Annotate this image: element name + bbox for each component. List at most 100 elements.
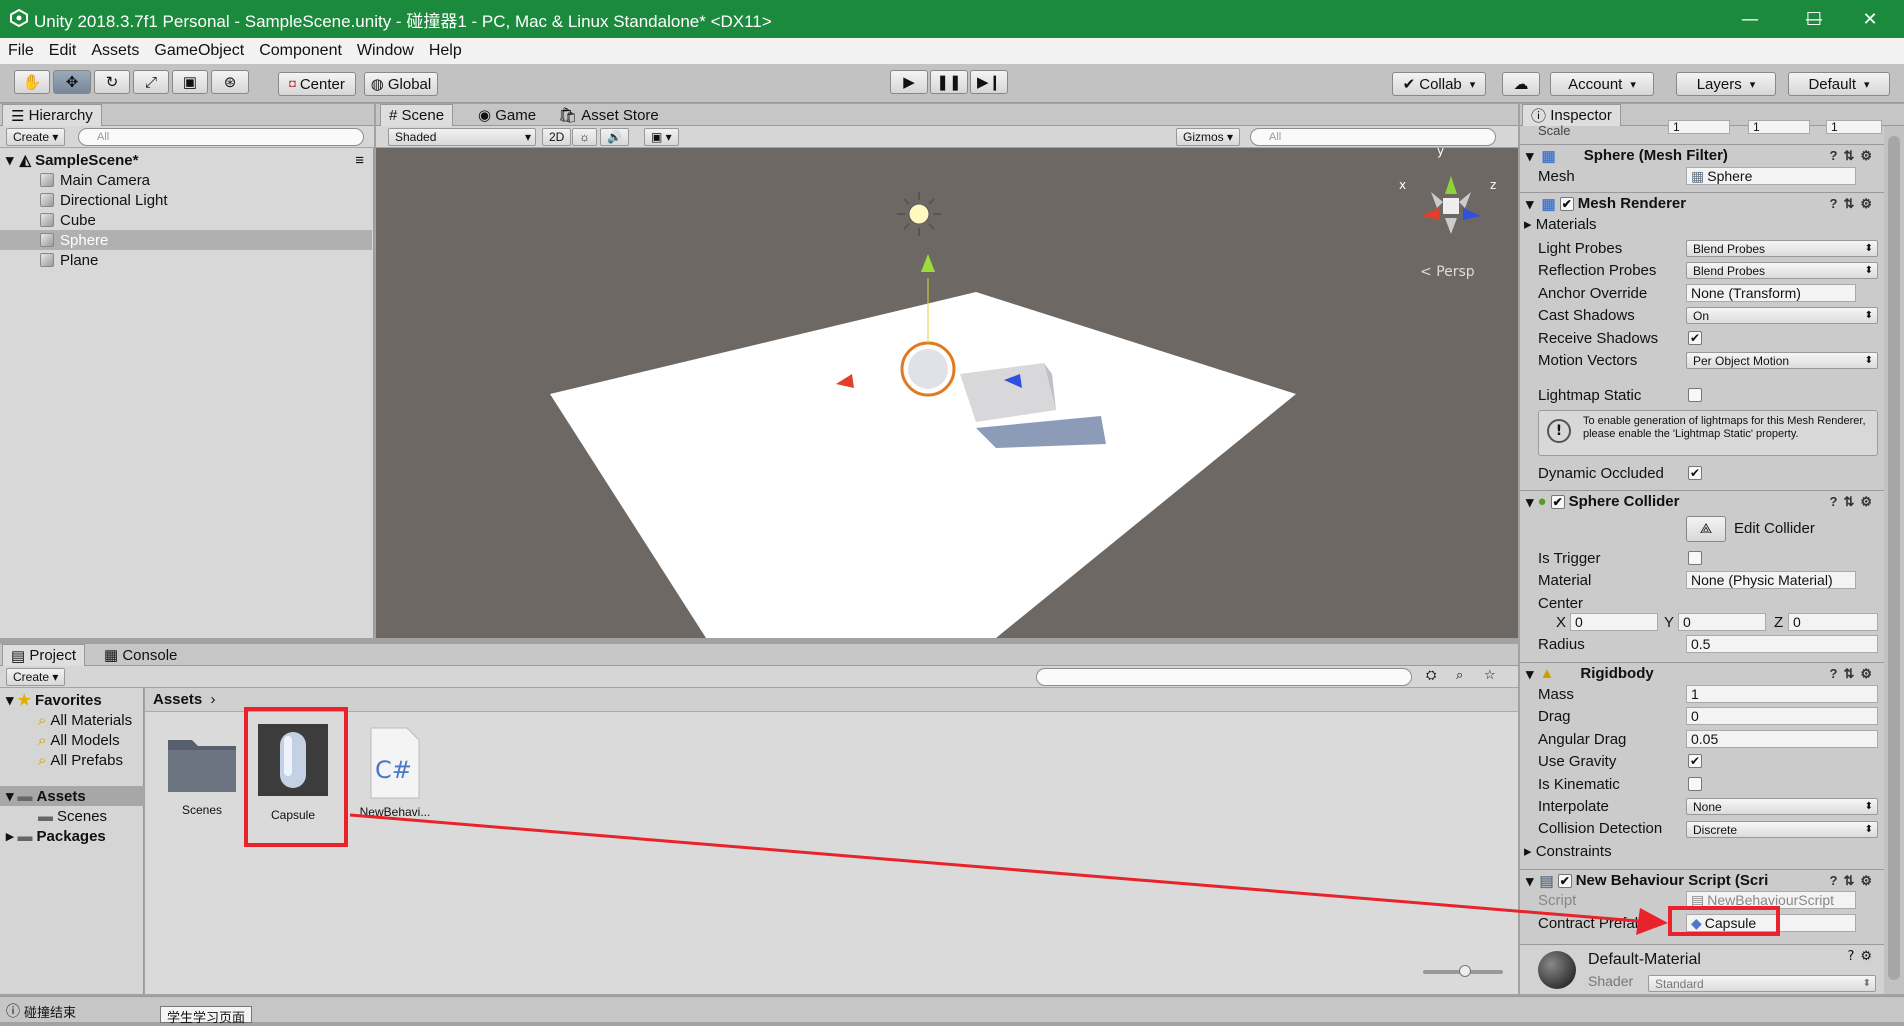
angular-drag-field[interactable]: 0.05 <box>1686 730 1878 748</box>
center-y-field[interactable]: 0 <box>1678 613 1766 631</box>
component-new-behaviour-script[interactable]: ▾ ▤ ✔ New Behaviour Script (Scri ?⇅⚙ <box>1520 869 1884 891</box>
asset-newbehaviourscript[interactable]: C# NewBehavi... <box>355 726 435 819</box>
packages-node[interactable]: ▸ ▬ Packages <box>0 826 144 846</box>
pause-button[interactable]: ❚❚ <box>930 70 968 94</box>
hierarchy-item-cube[interactable]: Cube <box>0 210 372 230</box>
motion-vectors-dropdown[interactable]: Per Object Motion <box>1686 352 1878 369</box>
script-enabled-checkbox[interactable]: ✔ <box>1557 873 1572 888</box>
gizmos-dropdown[interactable]: Gizmos ▾ <box>1176 128 1241 146</box>
component-settings-icon[interactable]: ?⇅⚙ <box>1830 196 1879 212</box>
pivot-center-button[interactable]: ◘ Center <box>278 72 356 96</box>
radius-field[interactable]: 0.5 <box>1686 635 1878 653</box>
scene-search-input[interactable]: All <box>1250 128 1496 146</box>
shader-dropdown[interactable]: Standard <box>1648 975 1876 992</box>
play-button[interactable]: ▶ <box>890 70 928 94</box>
component-sphere-collider[interactable]: ▾ ● ✔ Sphere Collider ?⇅⚙ <box>1520 490 1884 512</box>
scene-root[interactable]: ▾ ◭ SampleScene* ≡ <box>0 150 372 170</box>
scrollbar-thumb[interactable] <box>1888 136 1900 980</box>
effects-toggle-icon[interactable]: ▣ ▾ <box>644 128 679 146</box>
contract-prefab-field[interactable]: ◆ Capsule <box>1686 914 1856 932</box>
hierarchy-item-sphere[interactable]: Sphere <box>0 230 372 250</box>
move-tool-icon[interactable]: ✥ <box>53 70 91 94</box>
center-x-field[interactable]: 0 <box>1570 613 1658 631</box>
scale-tool-icon[interactable]: ⤢ <box>133 70 169 94</box>
folder-scenes[interactable]: ▬ Scenes <box>0 806 144 826</box>
cloud-button[interactable]: ☁ <box>1502 72 1540 96</box>
component-settings-icon[interactable]: ?⇅⚙ <box>1830 873 1879 889</box>
asset-capsule[interactable] <box>258 724 328 796</box>
scale-x-field[interactable]: 1 <box>1668 120 1730 134</box>
sphere-collider-enabled-checkbox[interactable]: ✔ <box>1550 494 1565 509</box>
minimize-button[interactable]: — <box>1720 0 1780 38</box>
tab-asset-store[interactable]: 🛍 Asset Store <box>550 104 667 126</box>
maximize-button[interactable]: ☐ <box>1784 0 1844 38</box>
component-rigidbody[interactable]: ▾ ▲ Rigidbody ?⇅⚙ <box>1520 662 1884 684</box>
tab-scene[interactable]: # Scene <box>380 104 454 126</box>
menu-assets[interactable]: Assets <box>83 42 146 60</box>
transform-tool-icon[interactable]: ⊛ <box>211 70 249 94</box>
status-message[interactable]: 碰撞结束 <box>24 1002 76 1021</box>
favorite-all-materials[interactable]: ⌕ All Materials <box>0 710 144 730</box>
y-axis-handle[interactable] <box>921 254 935 272</box>
drag-field[interactable]: 0 <box>1686 707 1878 725</box>
hierarchy-item-directional-light[interactable]: Directional Light <box>0 190 372 210</box>
tab-game[interactable]: ◉ Game <box>470 104 544 126</box>
scale-z-field[interactable]: 1 <box>1826 120 1882 134</box>
scene-menu-icon[interactable]: ≡ <box>355 152 364 169</box>
project-create-button[interactable]: Create ▾ <box>6 668 66 686</box>
materials-foldout[interactable]: ▸ Materials <box>1524 214 1597 234</box>
inspector-scrollbar[interactable] <box>1884 126 1904 994</box>
reflection-probes-dropdown[interactable]: Blend Probes <box>1686 262 1878 279</box>
rect-tool-icon[interactable]: ▣ <box>172 70 208 94</box>
account-dropdown[interactable]: Account <box>1550 72 1654 96</box>
component-settings-icon[interactable]: ?⇅⚙ <box>1830 666 1879 682</box>
shading-mode-dropdown[interactable]: Shaded ▾ <box>388 128 536 146</box>
breadcrumb[interactable]: Assets › <box>145 688 1518 712</box>
favorite-all-prefabs[interactable]: ⌕ All Prefabs <box>0 750 144 770</box>
close-button[interactable]: ✕ <box>1840 0 1900 38</box>
layers-dropdown[interactable]: Layers <box>1676 72 1776 96</box>
center-z-field[interactable]: 0 <box>1788 613 1878 631</box>
mesh-renderer-enabled-checkbox[interactable]: ✔ <box>1559 196 1574 211</box>
icon-size-slider[interactable] <box>1423 965 1503 977</box>
tab-inspector[interactable]: ⓘ Inspector <box>1522 104 1621 126</box>
tab-project[interactable]: ▤ Project <box>2 644 86 666</box>
project-search-input[interactable] <box>1036 668 1412 686</box>
mesh-field[interactable]: ▦ Sphere <box>1686 167 1856 185</box>
step-button[interactable]: ▶❙ <box>970 70 1008 94</box>
rotate-tool-icon[interactable]: ↻ <box>94 70 130 94</box>
light-probes-dropdown[interactable]: Blend Probes <box>1686 240 1878 257</box>
tab-console[interactable]: ▦ Console <box>96 644 185 666</box>
lightmap-static-checkbox[interactable] <box>1688 388 1702 402</box>
hierarchy-search-input[interactable]: All <box>78 128 364 146</box>
menu-component[interactable]: Component <box>251 42 349 60</box>
tab-hierarchy[interactable]: ☰ Hierarchy <box>2 104 102 126</box>
filter-type-icon[interactable]: ⛭ <box>1426 668 1436 683</box>
hierarchy-item-main-camera[interactable]: Main Camera <box>0 170 372 190</box>
is-kinematic-checkbox[interactable] <box>1688 777 1702 791</box>
edit-collider-button[interactable]: ⟁ <box>1686 516 1726 542</box>
dynamic-occluded-checkbox[interactable]: ✔ <box>1688 466 1702 480</box>
interpolate-dropdown[interactable]: None <box>1686 798 1878 815</box>
receive-shadows-checkbox[interactable]: ✔ <box>1688 331 1702 345</box>
component-settings-icon[interactable]: ?⇅⚙ <box>1830 494 1879 510</box>
hierarchy-create-button[interactable]: Create ▾ <box>6 128 66 146</box>
menu-gameobject[interactable]: GameObject <box>146 42 251 60</box>
component-mesh-renderer[interactable]: ▾ ▦ ✔ Mesh Renderer ?⇅⚙ <box>1520 192 1884 214</box>
favorites-node[interactable]: ▾ ★ Favorites <box>0 690 144 710</box>
collision-detection-dropdown[interactable]: Discrete <box>1686 821 1878 838</box>
hierarchy-item-plane[interactable]: Plane <box>0 250 372 270</box>
component-settings-icon[interactable]: ?⇅⚙ <box>1830 148 1879 164</box>
layout-dropdown[interactable]: Default <box>1788 72 1890 96</box>
scene-viewport[interactable]: y x z < Persp <box>376 148 1518 638</box>
perspective-label[interactable]: < Persp <box>1420 264 1475 280</box>
space-global-button[interactable]: ◍ Global <box>364 72 438 96</box>
lighting-toggle-icon[interactable]: ☼ <box>572 128 597 146</box>
collab-button[interactable]: ✔ Collab <box>1392 72 1486 96</box>
is-trigger-checkbox[interactable] <box>1688 551 1702 565</box>
scene-orientation-gizmo[interactable] <box>1421 176 1481 234</box>
menu-edit[interactable]: Edit <box>41 42 84 60</box>
filter-label-icon[interactable]: ⌕ <box>1456 668 1463 683</box>
menu-file[interactable]: File <box>0 42 41 60</box>
audio-toggle-icon[interactable]: 🔊 <box>600 128 629 146</box>
